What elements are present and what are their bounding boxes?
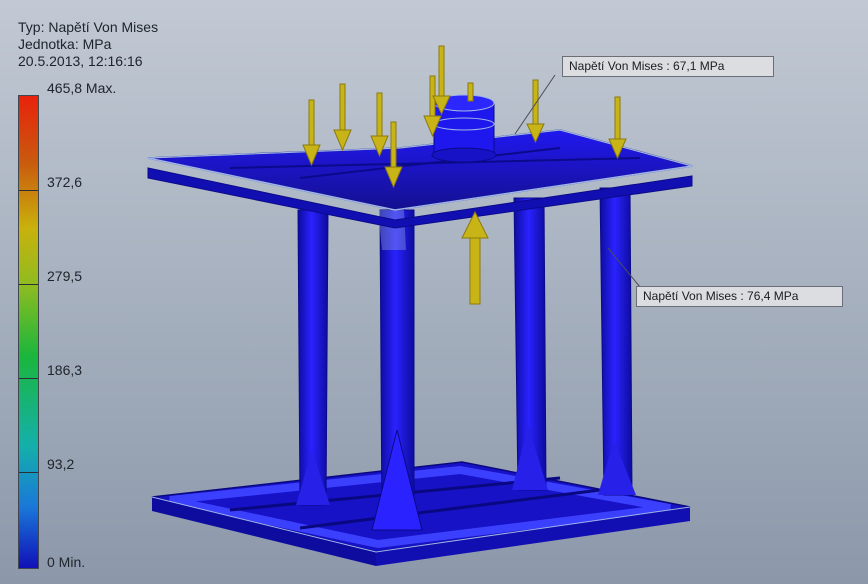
probe-callout-upper[interactable]: Napětí Von Mises : 67,1 MPa: [562, 56, 774, 77]
fea-result-viewport[interactable]: Typ: Napětí Von Mises Jednotka: MPa 20.5…: [0, 0, 868, 584]
reaction-arrow: [461, 210, 489, 305]
probe-callout-lower[interactable]: Napětí Von Mises : 76,4 MPa: [636, 286, 843, 307]
